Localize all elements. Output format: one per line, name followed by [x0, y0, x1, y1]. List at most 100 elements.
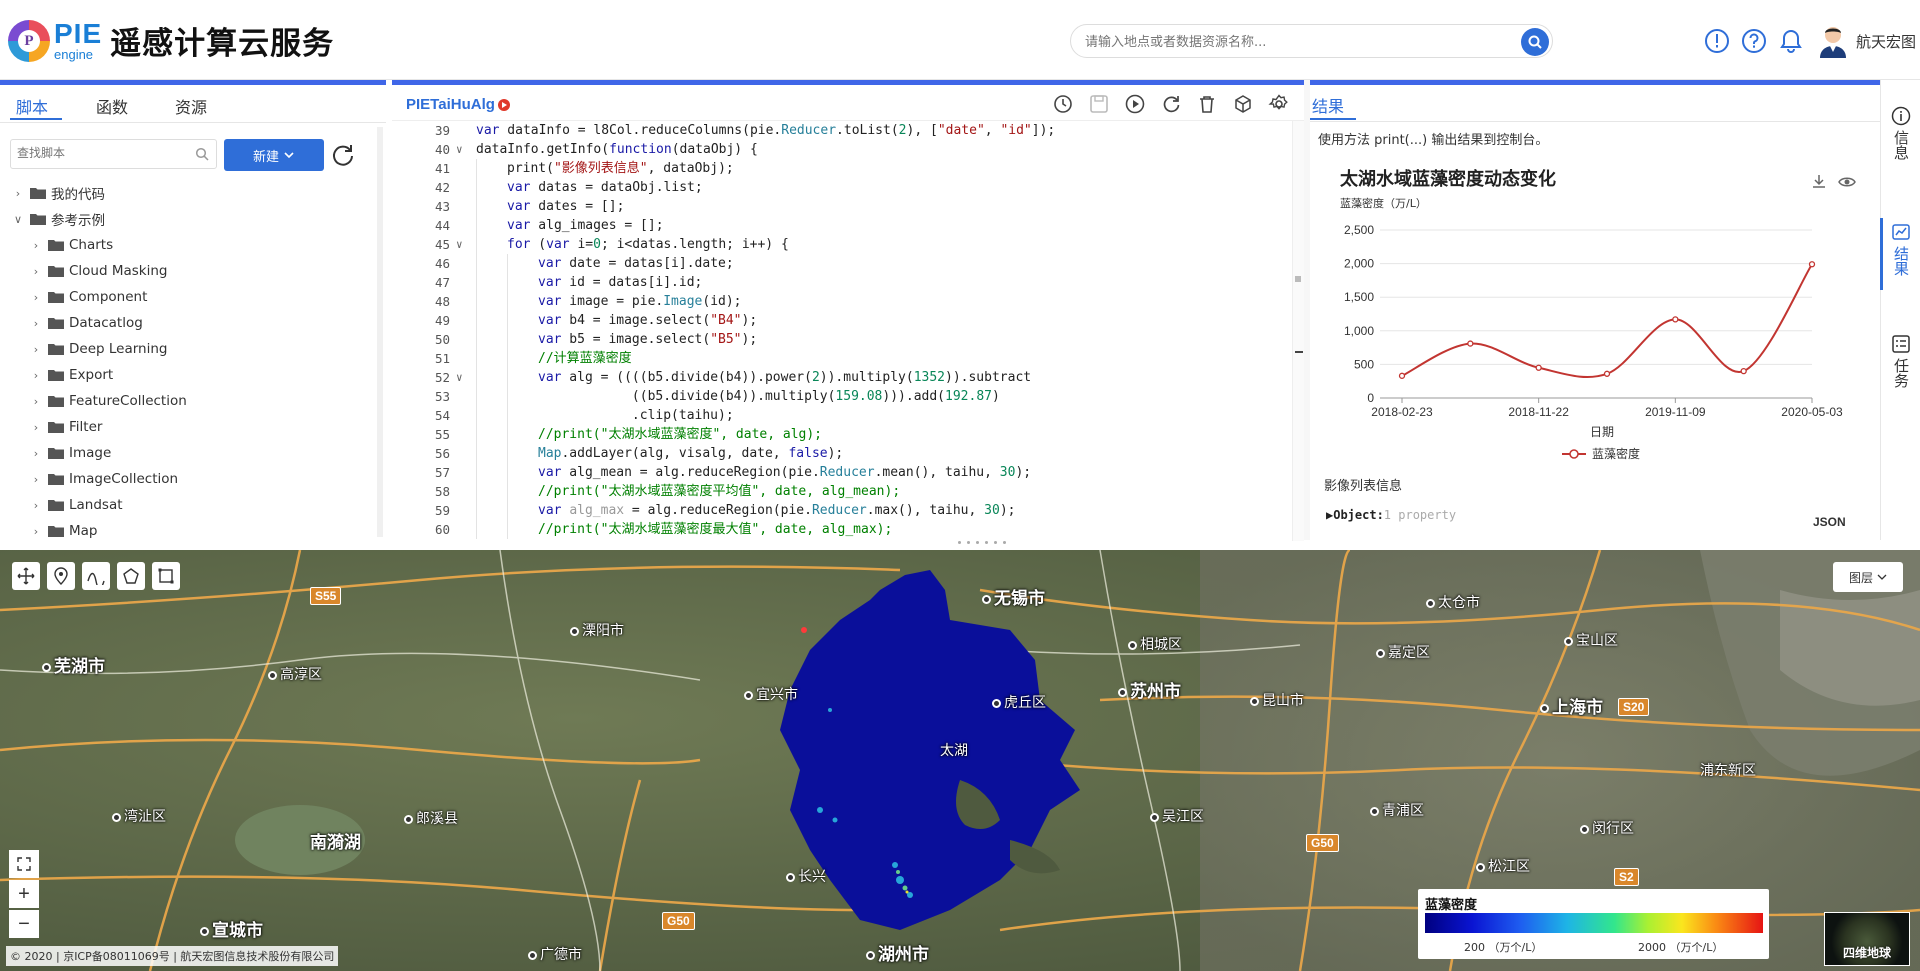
- alert-icon[interactable]: [1703, 27, 1731, 55]
- code-line[interactable]: 52 ∨ var alg = ((((b5.divide(b4)).power(2)…: [392, 368, 1292, 387]
- save-icon[interactable]: [1088, 93, 1110, 115]
- map-view[interactable]: 无锡市 苏州市 上海市 湖州市 宣城市 芜湖市 南漪湖 溧阳市 宜兴市 长兴 虎丘区 相城区 吴江区 昆山…: [0, 550, 1920, 971]
- code-line[interactable]: 50 var b5 = image.select("B5");: [392, 330, 1292, 349]
- legend-label[interactable]: 蓝藻密度: [1592, 446, 1640, 461]
- chevron-down-icon[interactable]: ∨: [12, 213, 24, 226]
- tab-scripts[interactable]: 脚本: [16, 94, 48, 118]
- tree-item[interactable]: ∨ 参考示例: [0, 206, 380, 232]
- help-icon[interactable]: [1740, 27, 1768, 55]
- polygon-icon[interactable]: [117, 562, 145, 590]
- tree-item[interactable]: › Cloud Masking: [0, 258, 380, 284]
- tree-item[interactable]: › Datacatlog: [0, 310, 380, 336]
- tree-item[interactable]: › Map: [0, 518, 380, 544]
- chevron-right-icon[interactable]: ›: [30, 421, 42, 434]
- tree-item[interactable]: › Component: [0, 284, 380, 310]
- chevron-right-icon[interactable]: ›: [30, 239, 42, 252]
- globe-view-button[interactable]: 四维地球: [1824, 912, 1910, 966]
- pie-engine-logo[interactable]: P PIE engine 遥感计算云服务: [8, 18, 334, 63]
- tree-item[interactable]: › FeatureCollection: [0, 388, 380, 414]
- chevron-right-icon[interactable]: ›: [30, 369, 42, 382]
- marker-icon[interactable]: [47, 562, 75, 590]
- pan-icon[interactable]: [12, 562, 40, 590]
- user-name[interactable]: 航天宏图: [1856, 31, 1916, 52]
- refresh-icon[interactable]: [330, 142, 356, 168]
- code-area[interactable]: 39 var dataInfo = l8Col.reduceColumns(pie…: [392, 121, 1292, 541]
- code-line[interactable]: 57 var alg_mean = alg.reduceRegion(pie.Re…: [392, 463, 1292, 482]
- code-line[interactable]: 48 var image = pie.Image(id);: [392, 292, 1292, 311]
- fullscreen-icon[interactable]: [9, 850, 39, 878]
- package-icon[interactable]: [1232, 93, 1254, 115]
- code-line[interactable]: 56 Map.addLayer(alg, visalg, date, false)…: [392, 444, 1292, 463]
- fold-chevron-icon[interactable]: ∨: [456, 368, 468, 387]
- download-icon[interactable]: [1810, 173, 1828, 191]
- json-link[interactable]: JSON: [1813, 515, 1846, 529]
- tab-functions[interactable]: 函数: [96, 94, 128, 118]
- code-line[interactable]: 44 var alg_images = [];: [392, 216, 1292, 235]
- code-line[interactable]: 51 //计算蓝藻密度: [392, 349, 1292, 368]
- chevron-right-icon[interactable]: ›: [30, 525, 42, 538]
- code-line[interactable]: 42 var datas = dataObj.list;: [392, 178, 1292, 197]
- new-script-button[interactable]: 新建: [224, 139, 324, 171]
- code-line[interactable]: 55 //print("太湖水域蓝藻密度", date, alg);: [392, 425, 1292, 444]
- object-tree-node[interactable]: ▶Object:1 property: [1326, 508, 1456, 522]
- editor-scrollbar[interactable]: [1292, 121, 1304, 541]
- run-icon[interactable]: [1124, 93, 1146, 115]
- left-scrollbar[interactable]: [377, 127, 383, 537]
- rail-results[interactable]: 结果: [1881, 222, 1920, 276]
- tree-item[interactable]: › Image: [0, 440, 380, 466]
- code-line[interactable]: 43 var dates = [];: [392, 197, 1292, 216]
- map-resize-handle[interactable]: [958, 541, 1006, 546]
- chevron-right-icon[interactable]: ›: [12, 187, 24, 200]
- data-point[interactable]: [1808, 261, 1816, 268]
- chevron-right-icon[interactable]: ›: [30, 447, 42, 460]
- code-line[interactable]: 49 var b4 = image.select("B4");: [392, 311, 1292, 330]
- rail-info[interactable]: 信息: [1881, 106, 1920, 160]
- bell-icon[interactable]: [1777, 27, 1805, 55]
- code-line[interactable]: 60 //print("太湖水域蓝藻密度最大值", date, alg_max);: [392, 520, 1292, 539]
- tree-item[interactable]: › Filter: [0, 414, 380, 440]
- tab-results[interactable]: 结果: [1312, 93, 1344, 117]
- tab-resources[interactable]: 资源: [175, 94, 207, 118]
- search-icon[interactable]: [195, 147, 209, 161]
- chevron-right-icon[interactable]: ›: [30, 499, 42, 512]
- data-point[interactable]: [1535, 364, 1542, 371]
- zoom-in-button[interactable]: +: [9, 880, 39, 908]
- script-search-input[interactable]: [17, 146, 187, 160]
- data-point[interactable]: [1672, 316, 1679, 323]
- chevron-right-icon[interactable]: ›: [30, 395, 42, 408]
- data-point[interactable]: [1398, 372, 1406, 379]
- chevron-right-icon[interactable]: ›: [30, 343, 42, 356]
- history-icon[interactable]: [1052, 93, 1074, 115]
- code-line[interactable]: 45 ∨ for (var i=0; i<datas.length; i++) {: [392, 235, 1292, 254]
- tree-item[interactable]: › Deep Learning: [0, 336, 380, 362]
- polyline-icon[interactable]: [82, 562, 110, 590]
- tree-item[interactable]: › Charts: [0, 232, 380, 258]
- code-line[interactable]: 39 var dataInfo = l8Col.reduceColumns(pie…: [392, 121, 1292, 140]
- code-line[interactable]: 59 var alg_max = alg.reduceRegion(pie.Red…: [392, 501, 1292, 520]
- rectangle-icon[interactable]: [152, 562, 180, 590]
- code-line[interactable]: 46 var date = datas[i].date;: [392, 254, 1292, 273]
- tree-item[interactable]: › Export: [0, 362, 380, 388]
- rail-tasks[interactable]: 任务: [1881, 334, 1920, 388]
- data-point[interactable]: [1467, 340, 1474, 347]
- user-avatar[interactable]: [1818, 24, 1848, 58]
- code-line[interactable]: 47 var id = datas[i].id;: [392, 273, 1292, 292]
- zoom-out-button[interactable]: −: [9, 910, 39, 938]
- reset-icon[interactable]: [1160, 93, 1182, 115]
- code-line[interactable]: 40 ∨ dataInfo.getInfo(function(dataObj) {: [392, 140, 1292, 159]
- chevron-right-icon[interactable]: ›: [30, 291, 42, 304]
- settings-gear-icon[interactable]: [1268, 93, 1290, 115]
- tree-item[interactable]: › Landsat: [0, 492, 380, 518]
- data-point[interactable]: [1603, 370, 1611, 377]
- delete-icon[interactable]: [1196, 93, 1218, 115]
- global-search-input[interactable]: [1085, 31, 1485, 53]
- fold-chevron-icon[interactable]: ∨: [456, 140, 468, 159]
- chevron-right-icon[interactable]: ›: [30, 317, 42, 330]
- code-line[interactable]: 54 .clip(taihu);: [392, 406, 1292, 425]
- chevron-right-icon[interactable]: ›: [30, 265, 42, 278]
- code-line[interactable]: 58 //print("太湖水域蓝藻密度平均值", date, alg_mean)…: [392, 482, 1292, 501]
- tree-item[interactable]: › ImageCollection: [0, 466, 380, 492]
- search-button[interactable]: [1521, 28, 1549, 56]
- layers-button[interactable]: 图层: [1833, 562, 1903, 592]
- file-tab[interactable]: PIETaiHuAlg: [406, 96, 510, 113]
